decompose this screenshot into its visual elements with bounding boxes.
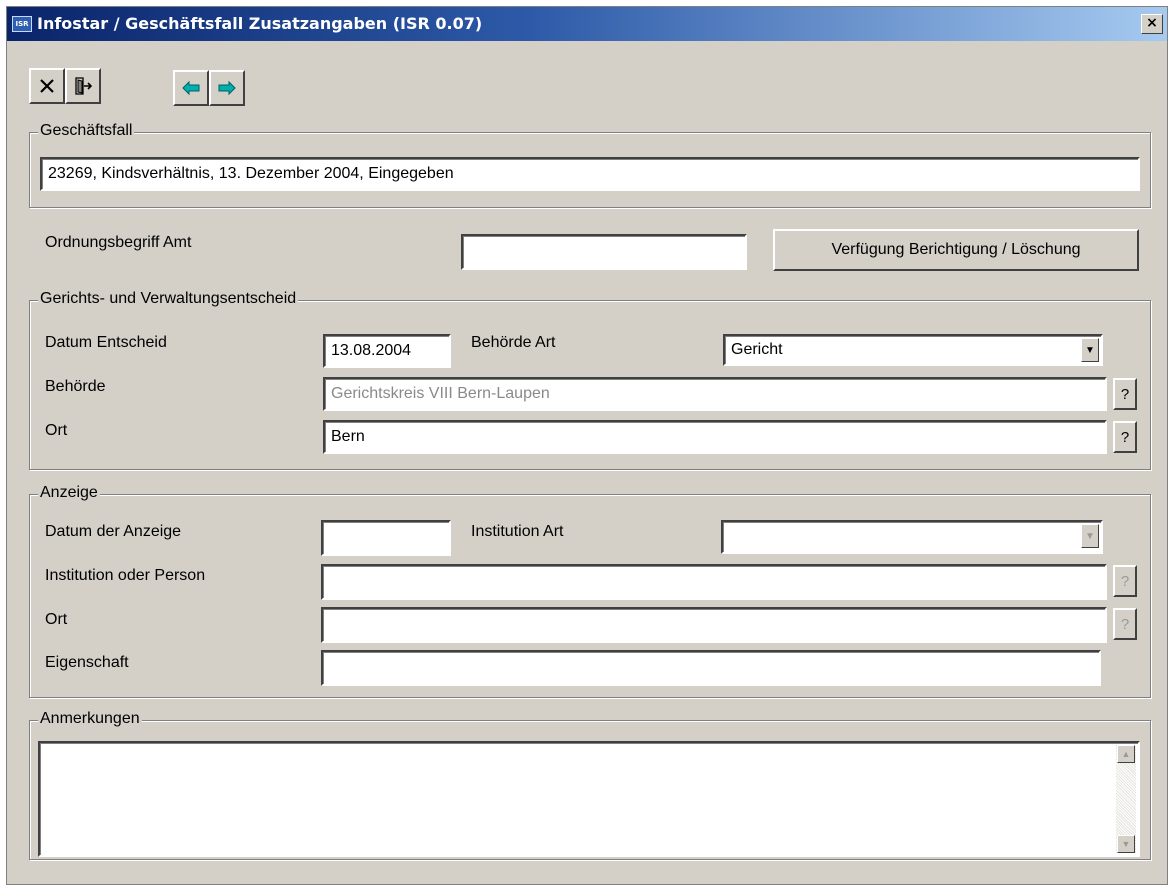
dropdown-arrow-icon[interactable]: ▼ (1081, 524, 1099, 548)
ort-anzeige-input[interactable] (321, 607, 1107, 643)
eigenschaft-input[interactable] (321, 650, 1101, 686)
close-x-icon (40, 79, 54, 93)
behoerde-art-value: Gericht (731, 341, 783, 358)
behoerde-input[interactable]: Gerichtskreis VIII Bern-Laupen (323, 377, 1107, 411)
anmerkungen-legend: Anmerkungen (38, 710, 142, 728)
datum-entscheid-label: Datum Entscheid (45, 334, 167, 351)
institution-art-select[interactable]: ▼ (721, 520, 1103, 554)
geschaeftsfall-legend: Geschäftsfall (38, 122, 135, 140)
geschaeftsfall-group: Geschäftsfall 23269, Kindsverhältnis, 13… (29, 122, 1151, 208)
behoerde-lookup-button[interactable]: ? (1113, 378, 1137, 410)
anzeige-legend: Anzeige (38, 484, 100, 502)
datum-anzeige-input[interactable] (321, 520, 451, 556)
institution-input[interactable] (321, 564, 1107, 600)
window-title: Infostar / Geschäftsfall Zusatzangaben (… (37, 14, 483, 33)
anmerkungen-textarea[interactable]: ▲ ▼ (38, 741, 1140, 857)
behoerde-label: Behörde (45, 378, 106, 395)
entscheid-legend: Gerichts- und Verwaltungsentscheid (38, 290, 299, 308)
title-bar: ISR Infostar / Geschäftsfall Zusatzangab… (7, 7, 1167, 41)
dropdown-arrow-icon[interactable]: ▼ (1081, 338, 1099, 362)
ort-anzeige-label: Ort (45, 611, 68, 628)
scroll-up-icon[interactable]: ▲ (1117, 745, 1135, 763)
datum-anzeige-label: Datum der Anzeige (45, 523, 182, 540)
ort-anzeige-lookup-button[interactable]: ? (1113, 608, 1137, 640)
exit-button[interactable] (65, 68, 101, 104)
institution-lookup-button[interactable]: ? (1113, 565, 1137, 597)
dialog-window: ISR Infostar / Geschäftsfall Zusatzangab… (6, 6, 1168, 885)
ort-entscheid-label: Ort (45, 422, 68, 439)
verfuegung-button[interactable]: Verfügung Berichtigung / Löschung (773, 229, 1139, 271)
institution-art-label: Institution Art (471, 523, 564, 540)
scroll-down-icon[interactable]: ▼ (1117, 835, 1135, 853)
geschaeftsfall-field[interactable]: 23269, Kindsverhältnis, 13. Dezember 200… (40, 157, 1140, 191)
window-close-button[interactable]: × (1141, 14, 1163, 34)
datum-entscheid-input[interactable]: 13.08.2004 (323, 334, 451, 368)
arrow-left-icon (182, 80, 200, 96)
arrow-right-icon (218, 80, 236, 96)
forward-button[interactable] (209, 70, 245, 106)
app-icon: ISR (12, 16, 32, 32)
ort-entscheid-lookup-button[interactable]: ? (1113, 421, 1137, 453)
vertical-scrollbar[interactable]: ▲ ▼ (1116, 745, 1136, 853)
eigenschaft-label: Eigenschaft (45, 654, 129, 671)
behoerde-art-label: Behörde Art (471, 334, 556, 351)
exit-door-icon (75, 77, 93, 95)
ordnungsbegriff-input[interactable] (461, 234, 747, 270)
back-button[interactable] (173, 70, 209, 106)
ort-entscheid-input[interactable]: Bern (323, 420, 1107, 454)
ordnungsbegriff-label: Ordnungsbegriff Amt (45, 234, 192, 251)
cancel-button[interactable] (29, 68, 65, 104)
institution-label: Institution oder Person (45, 567, 206, 584)
behoerde-art-select[interactable]: Gericht ▼ (723, 334, 1103, 366)
anmerkungen-group: Anmerkungen ▲ ▼ (29, 710, 1151, 860)
